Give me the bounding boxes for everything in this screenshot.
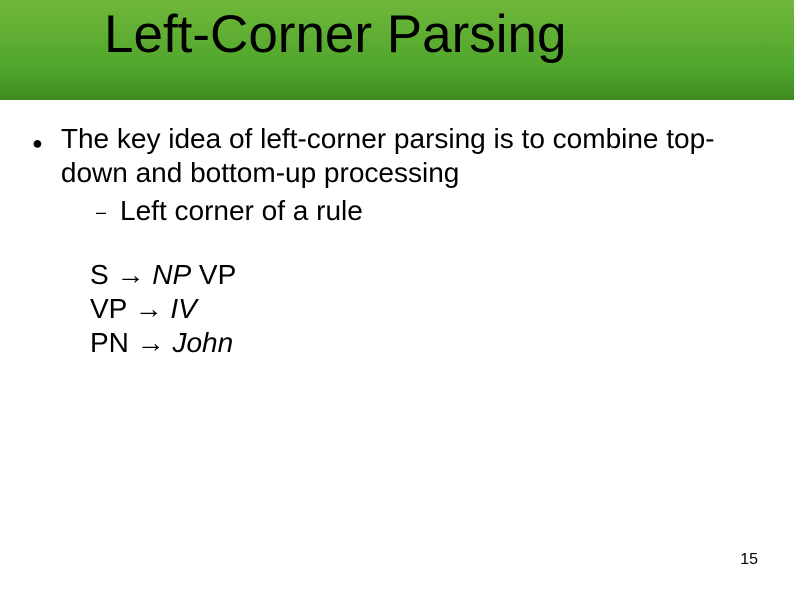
rule2-lhs: VP → (90, 293, 170, 324)
slide-title: Left-Corner Parsing (104, 4, 566, 65)
rule1-lhs: S → (90, 259, 152, 290)
rule-line-2: VP → IV (90, 292, 752, 326)
bullet-text: The key idea of left-corner parsing is t… (61, 122, 752, 190)
dash-icon: – (96, 202, 106, 223)
rule1-vp: VP (191, 259, 236, 290)
rule3-john: John (172, 327, 233, 358)
rule-line-1: S → NP VP (90, 258, 752, 292)
rule2-iv: IV (170, 293, 196, 324)
rule1-np: NP (152, 259, 191, 290)
sub-bullet-item: – Left corner of a rule (96, 194, 752, 228)
content-area: ● The key idea of left-corner parsing is… (32, 122, 752, 360)
rule-line-3: PN → John (90, 326, 752, 360)
page-number: 15 (740, 551, 758, 569)
bullet-icon: ● (32, 128, 43, 158)
rule3-lhs: PN → (90, 327, 172, 358)
rules-block: S → NP VP VP → IV PN → John (90, 258, 752, 360)
slide: Left-Corner Parsing ● The key idea of le… (0, 0, 794, 595)
bullet-item: ● The key idea of left-corner parsing is… (32, 122, 752, 190)
sub-bullet-text: Left corner of a rule (120, 194, 363, 228)
